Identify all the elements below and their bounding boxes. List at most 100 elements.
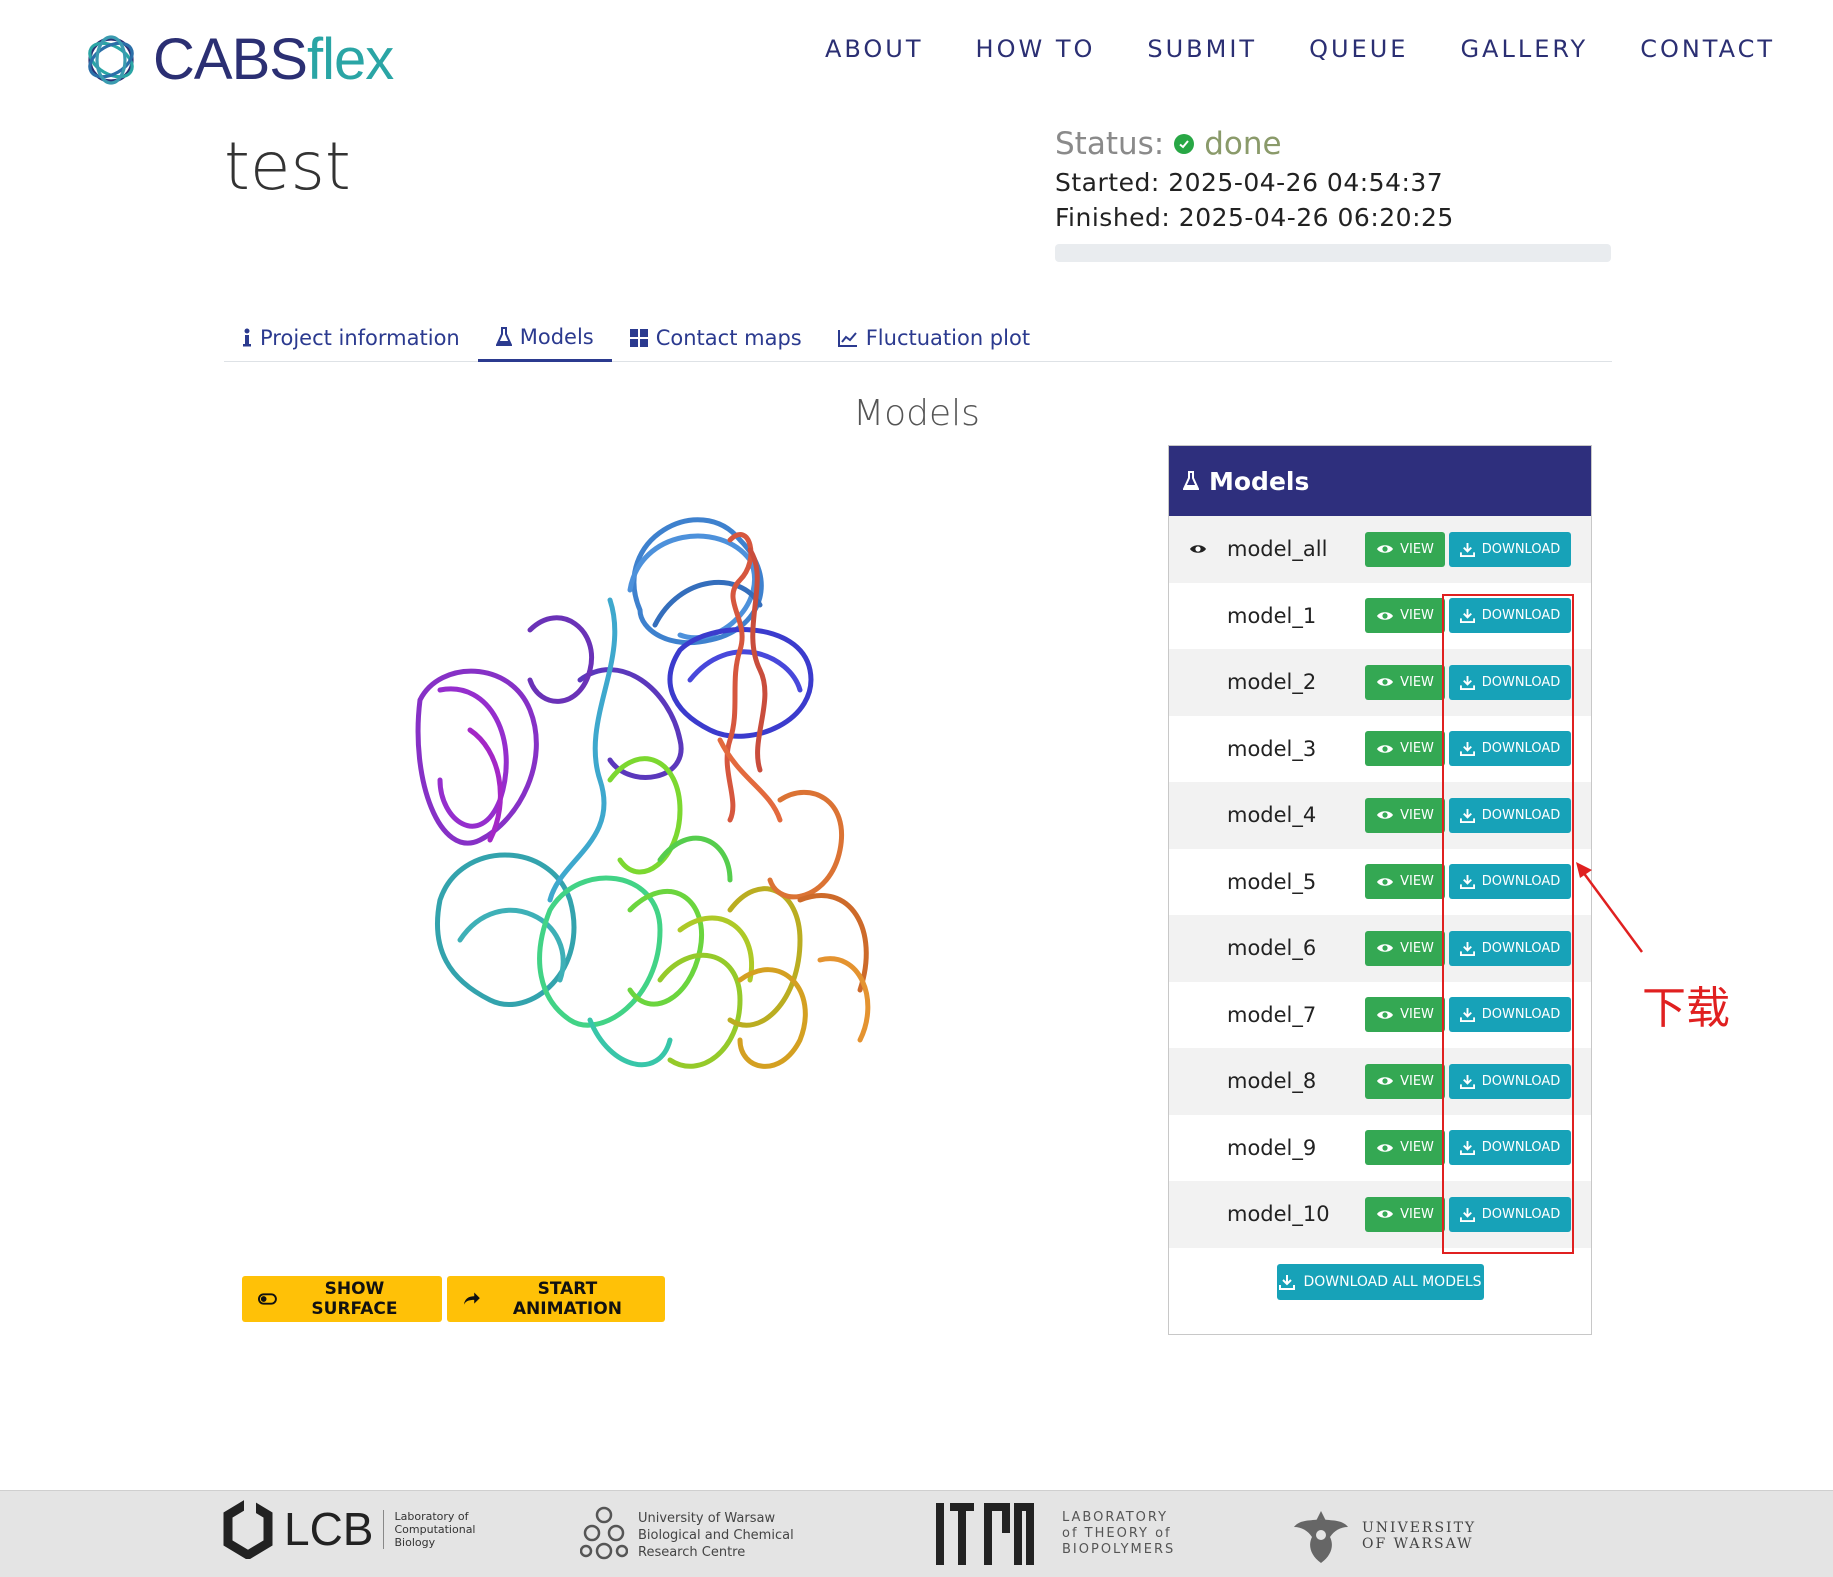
view-button[interactable]: VIEW [1365,598,1445,634]
nav-submit[interactable]: SUBMIT [1147,35,1257,63]
model-name: model_3 [1227,736,1317,761]
chart-icon [837,330,857,347]
annotation-text: 下载 [1642,983,1730,1034]
view-button[interactable]: VIEW [1365,531,1445,567]
nav-queue[interactable]: QUEUE [1309,35,1408,63]
nav-about[interactable]: ABOUT [825,35,924,63]
nav-gallery[interactable]: GALLERY [1460,35,1588,63]
models-panel-header: Models [1169,446,1591,516]
view-button[interactable]: VIEW [1365,1063,1445,1099]
check-circle-icon [1174,134,1195,154]
eye-icon [1377,678,1394,686]
view-button[interactable]: VIEW [1365,1130,1445,1166]
eye-icon [1377,545,1394,553]
eye-icon [1190,545,1206,553]
view-label: VIEW [1400,807,1434,823]
view-button[interactable]: VIEW [1365,864,1445,900]
eye-icon [1377,1077,1394,1085]
molecule-hex-icon [580,1506,628,1560]
started-time: Started: 2025-04-26 04:54:37 [1055,168,1444,197]
finished-time: Finished: 2025-04-26 06:20:25 [1055,203,1454,232]
model-name: model_6 [1227,936,1317,961]
uw-centre-line2: Biological and Chemical [638,1527,794,1543]
model-row: model_all VIEW DOWNLOAD [1169,516,1591,583]
footer-uw-centre-logo[interactable]: University of Warsaw Biological and Chem… [580,1505,794,1565]
download-icon [1279,1275,1296,1290]
lcb-abbr: LCB [284,1503,374,1555]
ltb-line3: BIOPOLYMERS [1062,1542,1176,1557]
ltb-glyph-icon [936,1503,1034,1565]
view-button[interactable]: VIEW [1365,664,1445,700]
share-arrow-icon [463,1292,480,1305]
status-block: Status: done Started: 2025-04-26 04:54:3… [1055,126,1611,262]
lcb-line3: Biology [394,1535,436,1549]
download-label: DOWNLOAD [1481,541,1561,557]
models-panel-title: Models [1209,466,1310,496]
eye-icon [1377,1144,1394,1152]
model-name: model_9 [1227,1135,1317,1160]
uw-line2: OF WARSAW [1362,1536,1474,1552]
status-value: done [1204,126,1282,162]
view-button[interactable]: VIEW [1365,731,1445,767]
view-button[interactable]: VIEW [1365,1196,1445,1232]
eye-icon [1377,612,1394,620]
project-title: test [224,128,351,205]
uw-centre-line1: University of Warsaw [638,1510,776,1526]
uw-line1: UNIVERSITY [1362,1520,1477,1536]
footer-uw-logo[interactable]: UNIVERSITY OF WARSAW [1290,1505,1476,1567]
eye-icon [1377,811,1394,819]
tab-project-information[interactable]: Project information [224,314,478,362]
model-name: model_2 [1227,670,1317,695]
model-name: model_1 [1227,603,1317,628]
annotation-arrow-icon [1576,862,1644,953]
grid-icon [629,329,648,347]
start-animation-button[interactable]: START ANIMATION [447,1276,665,1322]
progress-bar [1055,244,1611,262]
model-name: model_5 [1227,869,1317,894]
protein-structure-viewer[interactable] [380,480,920,1150]
view-button[interactable]: VIEW [1365,997,1445,1033]
download-button[interactable]: DOWNLOAD [1449,531,1571,567]
lcb-hexagon-icon [223,1499,273,1559]
logo-ring-icon [88,34,134,85]
eye-icon [1377,745,1394,753]
lcb-text: Laboratory of Computational Biology [383,1509,476,1549]
show-surface-button[interactable]: SHOW SURFACE [242,1276,442,1322]
ltb-text: LABORATORY of THEORY of BIOPOLYMERS [1062,1510,1175,1558]
flask-icon [1183,471,1199,490]
nav-how-to[interactable]: HOW TO [976,35,1096,63]
tab-models[interactable]: Models [477,314,612,362]
uw-text: UNIVERSITY OF WARSAW [1362,1520,1476,1552]
footer-ltb-logo[interactable]: LABORATORY of THEORY of BIOPOLYMERS [932,1501,1175,1567]
eye-icon [1377,1210,1394,1218]
view-label: VIEW [1400,541,1434,557]
flask-icon [495,326,512,346]
view-label: VIEW [1400,940,1434,956]
model-name: model_7 [1227,1002,1317,1027]
main-nav: ABOUT HOW TO SUBMIT QUEUE GALLERY CONTAC… [825,35,1775,63]
status-label: Status: [1055,126,1165,162]
view-label: VIEW [1400,608,1434,624]
footer: LCB Laboratory of Computational Biology … [0,1490,1833,1577]
model-name: model_8 [1227,1069,1317,1094]
tab-label: Fluctuation plot [865,326,1031,350]
status-line: Status: done [1055,126,1611,162]
download-all-models-button[interactable]: DOWNLOAD ALL MODELS [1277,1264,1484,1300]
view-button[interactable]: VIEW [1365,930,1445,966]
footer-lcb-logo[interactable]: LCB Laboratory of Computational Biology [222,1499,476,1559]
view-label: VIEW [1400,1206,1434,1222]
view-label: VIEW [1400,741,1434,757]
tab-contact-maps[interactable]: Contact maps [612,314,820,362]
logo[interactable]: CABSflex [83,26,394,93]
view-label: VIEW [1400,874,1434,890]
view-button[interactable]: VIEW [1365,797,1445,833]
section-title: Models [853,393,980,434]
tab-fluctuation-plot[interactable]: Fluctuation plot [820,314,1048,362]
eagle-emblem-icon [1294,1511,1348,1563]
tab-bar: Project information Models Contact maps … [224,314,1612,362]
nav-contact[interactable]: CONTACT [1640,35,1775,63]
toggle-icon [258,1293,277,1305]
uw-centre-text: University of Warsaw Biological and Chem… [638,1510,794,1561]
annotation-highlight-box [1442,594,1574,1254]
lcb-line2: Computational [394,1522,476,1536]
